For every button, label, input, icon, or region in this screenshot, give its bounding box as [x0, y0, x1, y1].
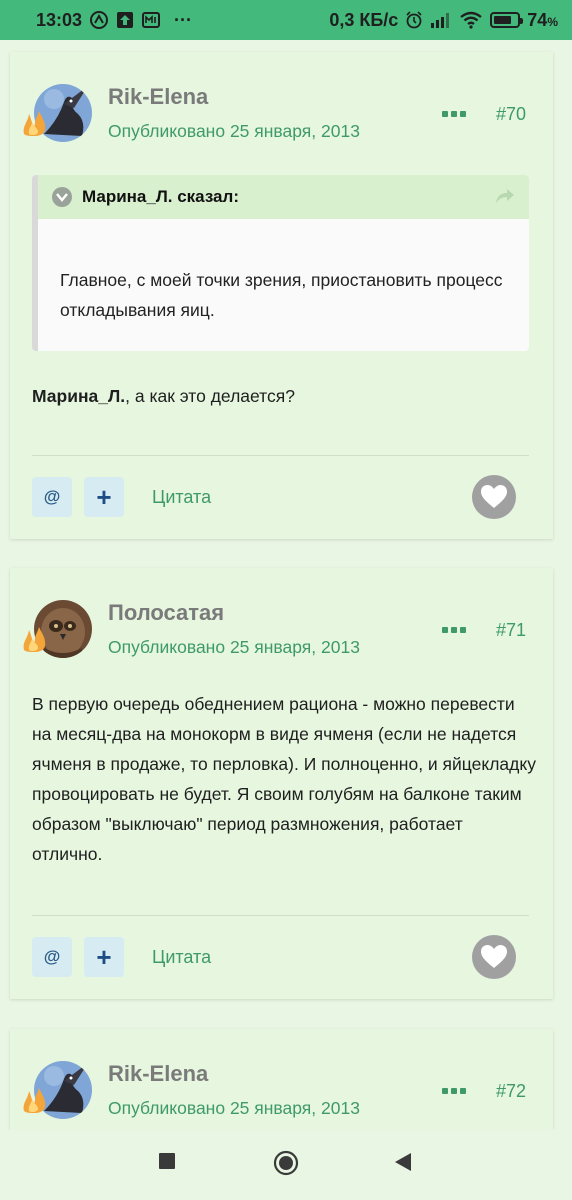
like-button[interactable]: [472, 935, 516, 979]
battery-percent: 74: [527, 9, 548, 30]
published-prefix: Опубликовано: [108, 121, 226, 141]
published-date-value[interactable]: 25 января, 2013: [230, 121, 360, 141]
post-text-content: , а как это делается?: [125, 386, 295, 406]
upload-notification-icon: [117, 12, 134, 28]
published-date-value[interactable]: 25 января, 2013: [230, 1098, 360, 1118]
mention[interactable]: Марина_Л.: [32, 386, 125, 406]
post-text: В первую очередь обеднением рациона - мо…: [32, 694, 536, 864]
status-bar: 13:03 ··· 0,3 КБ/с 74%: [0, 0, 572, 40]
like-button[interactable]: [472, 475, 516, 519]
published-date: Опубликовано 25 января, 2013: [108, 121, 360, 142]
published-date: Опубликовано 25 января, 2013: [108, 1098, 360, 1119]
author-name[interactable]: Полосатая: [108, 600, 224, 626]
author-avatar[interactable]: [23, 598, 96, 662]
battery-unit: %: [547, 14, 558, 29]
mention-button[interactable]: @: [32, 937, 72, 977]
quote-text: Главное, с моей точки зрения, приостанов…: [60, 270, 503, 320]
published-prefix: Опубликовано: [108, 1098, 226, 1118]
post-card: Rik-Elena Опубликовано 25 января, 2013 #…: [10, 1029, 553, 1130]
published-prefix: Опубликовано: [108, 637, 226, 657]
quote-block: Марина_Л. сказал: Главное, с моей точки …: [32, 175, 529, 351]
heart-icon: [481, 945, 507, 968]
post-text: Марина_Л., а как это делается?: [32, 381, 532, 411]
more-notifications-icon: ···: [174, 9, 193, 30]
back-button[interactable]: [394, 1152, 412, 1172]
published-date: Опубликовано 25 января, 2013: [108, 637, 360, 658]
heart-icon: [481, 485, 507, 508]
clock: 13:03: [36, 9, 83, 30]
quote-header[interactable]: Марина_Л. сказал:: [38, 175, 529, 219]
published-date-value[interactable]: 25 января, 2013: [230, 637, 360, 657]
divider: [32, 455, 529, 456]
system-navigation-bar: [0, 1130, 572, 1200]
wifi-icon: [460, 11, 483, 29]
multiquote-button[interactable]: +: [84, 477, 124, 517]
rank-badge-icon: [23, 1088, 46, 1113]
post-card: Полосатая Опубликовано 25 января, 2013 #…: [10, 568, 553, 999]
post-card: Rik-Elena Опубликовано 25 января, 2013 #…: [10, 52, 553, 539]
author-name[interactable]: Rik-Elena: [108, 84, 208, 110]
home-button[interactable]: [273, 1150, 299, 1176]
quote-button[interactable]: Цитата: [152, 947, 211, 968]
quote-button[interactable]: Цитата: [152, 487, 211, 508]
go-to-quote-icon[interactable]: [495, 187, 515, 205]
more-options-icon[interactable]: [442, 1086, 468, 1098]
post-number[interactable]: #70: [496, 104, 526, 125]
post-number[interactable]: #72: [496, 1081, 526, 1102]
more-options-icon[interactable]: [442, 625, 468, 637]
signal-icon: [431, 13, 450, 28]
rank-badge-icon: [23, 111, 46, 136]
author-name[interactable]: Rik-Elena: [108, 1061, 208, 1087]
quote-author: Марина_Л. сказал:: [82, 187, 239, 206]
chevron-down-icon[interactable]: [52, 187, 72, 207]
rank-badge-icon: [23, 627, 46, 652]
divider: [32, 915, 529, 916]
multiquote-button[interactable]: +: [84, 937, 124, 977]
network-speed: 0,3 КБ/с: [329, 9, 399, 30]
author-avatar[interactable]: [23, 1059, 96, 1123]
more-options-icon[interactable]: [442, 109, 468, 121]
alarm-icon: [406, 11, 422, 29]
shop-notification-icon: [142, 12, 161, 28]
battery-icon: [490, 12, 524, 28]
recent-apps-button[interactable]: [158, 1152, 176, 1170]
author-avatar[interactable]: [23, 82, 96, 146]
app-notification-icon: [90, 11, 109, 29]
mention-button[interactable]: @: [32, 477, 72, 517]
post-number[interactable]: #71: [496, 620, 526, 641]
